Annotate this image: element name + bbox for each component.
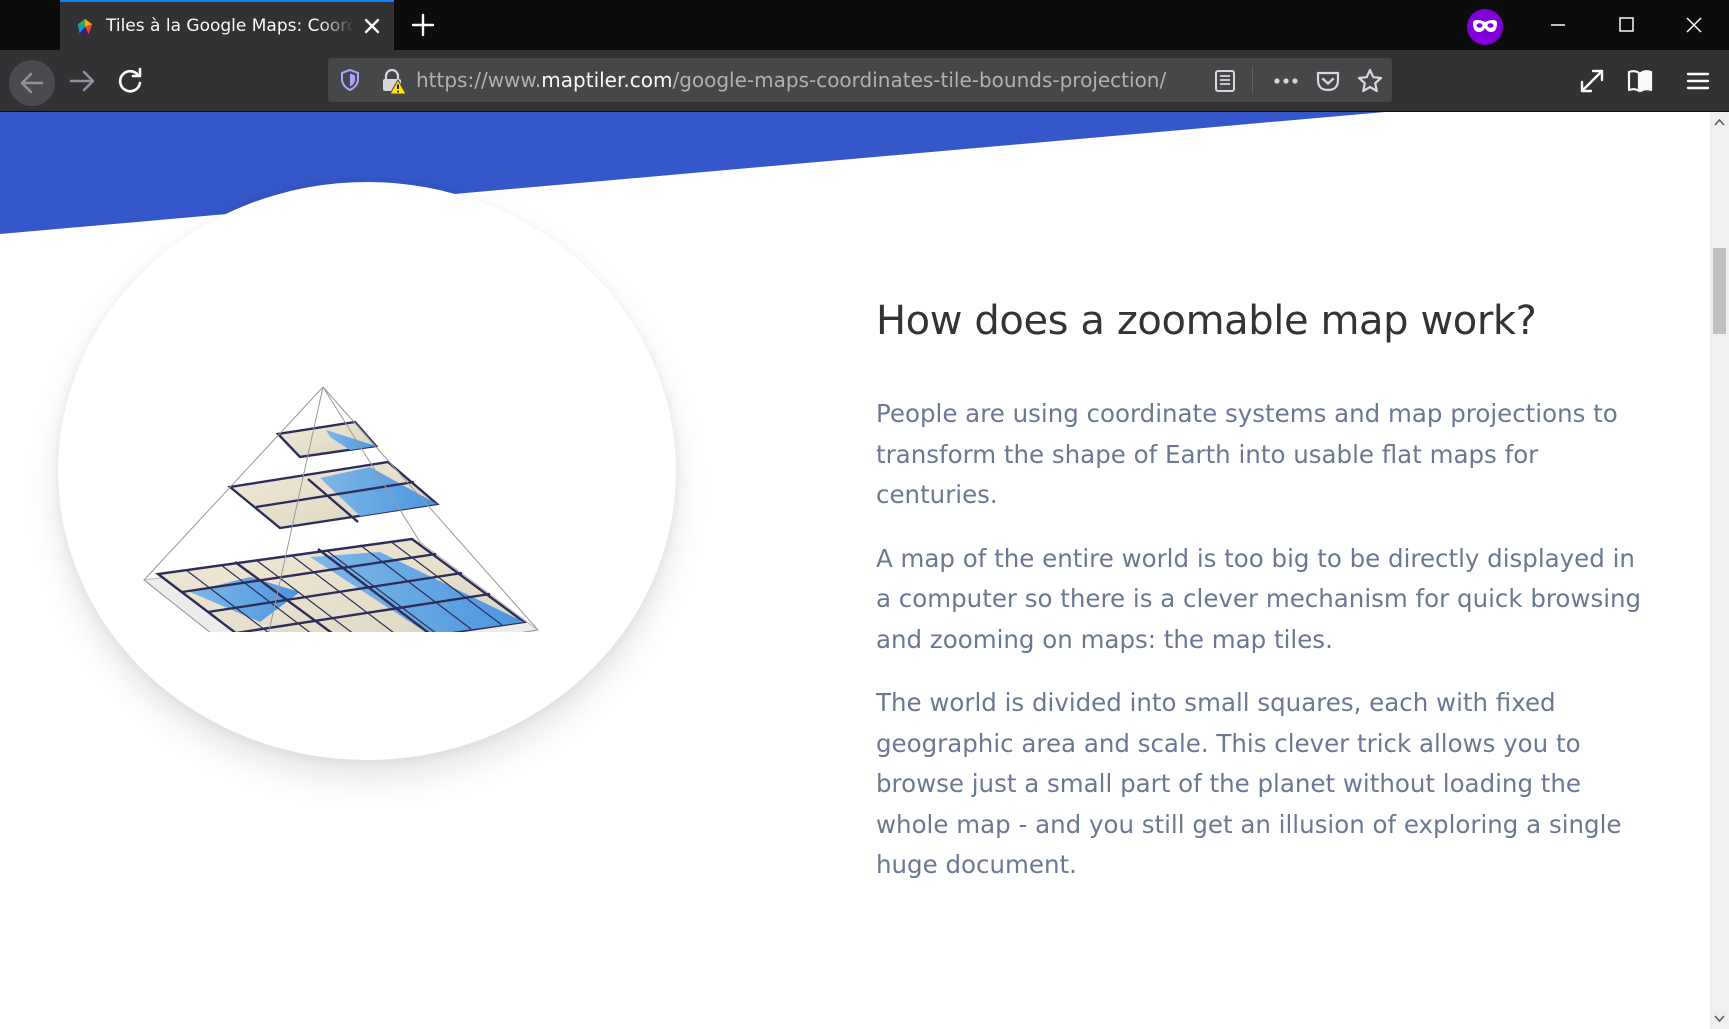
pocket-icon[interactable] (1315, 68, 1341, 94)
window-close-icon[interactable] (1674, 8, 1714, 42)
navigation-toolbar: https://www.maptiler.com/google-maps-coo… (0, 50, 1729, 112)
article-section: How does a zoomable map work? People are… (876, 294, 1656, 886)
zoomable-map-tile-pyramid (142, 386, 540, 632)
library-icon[interactable] (1624, 65, 1656, 97)
close-icon[interactable] (358, 12, 386, 40)
insecure-lock-icon[interactable] (380, 68, 406, 94)
back-arrow-icon[interactable] (9, 60, 55, 106)
url-bar[interactable]: https://www.maptiler.com/google-maps-coo… (328, 58, 1392, 102)
page-content: How does a zoomable map work? People are… (0, 112, 1710, 1029)
private-browsing-mask-icon (1467, 9, 1503, 45)
hamburger-menu-icon[interactable] (1682, 65, 1714, 97)
plus-icon[interactable] (408, 10, 438, 40)
reload-icon[interactable] (110, 61, 150, 101)
forward-arrow-icon[interactable] (62, 61, 102, 101)
reader-view-icon[interactable] (1212, 68, 1238, 94)
bookmark-star-icon[interactable] (1356, 67, 1384, 95)
scroll-down-arrow-icon[interactable] (1710, 1009, 1729, 1029)
fullscreen-icon[interactable] (1576, 65, 1608, 97)
maptiler-logo-icon (77, 18, 93, 35)
window-maximize-icon[interactable] (1606, 8, 1646, 42)
window-minimize-icon[interactable] (1538, 8, 1578, 42)
url-text[interactable]: https://www.maptiler.com/google-maps-coo… (416, 58, 1166, 102)
tab-strip: Tiles à la Google Maps: Coordinates, Til… (0, 0, 1729, 50)
paragraph: The world is divided into small squares,… (876, 688, 1622, 879)
scrollbar-thumb[interactable] (1713, 248, 1726, 334)
url-bar-divider (1252, 66, 1253, 94)
more-dots-icon[interactable] (1272, 68, 1300, 94)
vertical-scrollbar[interactable] (1710, 112, 1729, 1029)
paragraph: People are using coordinate systems and … (876, 399, 1618, 509)
paragraph: A map of the entire world is too big to … (876, 543, 1642, 654)
scroll-up-arrow-icon[interactable] (1710, 112, 1729, 132)
tab-title: Tiles à la Google Maps: Coordinates, Til… (106, 16, 354, 36)
section-heading: How does a zoomable map work? (876, 298, 1537, 344)
tab-active[interactable]: Tiles à la Google Maps: Coordinates, Til… (60, 0, 394, 50)
tracking-shield-icon[interactable] (338, 68, 362, 92)
